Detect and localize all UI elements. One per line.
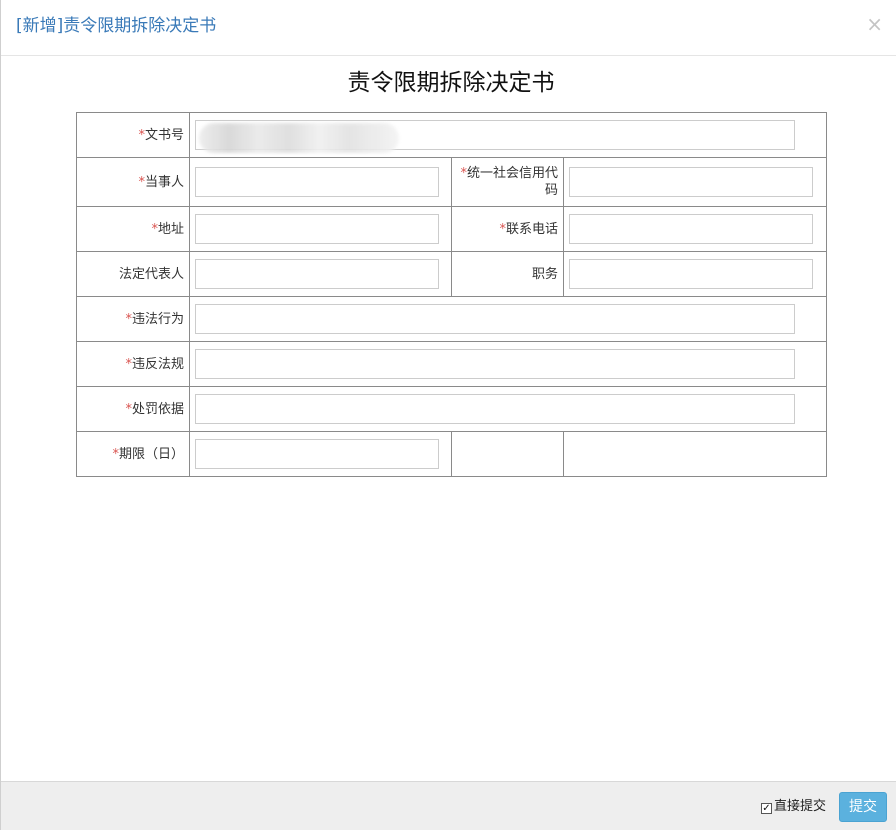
empty-cell	[563, 431, 827, 477]
legal-rep-label: 法定代表人	[76, 251, 190, 297]
close-icon[interactable]: ×	[866, 14, 883, 34]
address-label: *地址	[76, 206, 190, 252]
empty-cell	[451, 431, 564, 477]
form-row-legal-rep: 法定代表人 职务	[76, 251, 827, 297]
form-row-penalty-basis: *处罚依据	[76, 386, 827, 432]
violation-input[interactable]	[195, 304, 795, 334]
party-label: *当事人	[76, 157, 190, 207]
position-label: 职务	[451, 251, 564, 297]
modal-header: [新增]责令限期拆除决定书 ×	[1, 0, 896, 56]
form-row-violation: *违法行为	[76, 296, 827, 342]
form-row-address: *地址 *联系电话	[76, 206, 827, 252]
penalty-basis-label: *处罚依据	[76, 386, 190, 432]
violation-label: *违法行为	[76, 296, 190, 342]
phone-input[interactable]	[569, 214, 813, 244]
position-input[interactable]	[569, 259, 813, 289]
form-table: *文书号 *当事人 *统一社会信用代码 *地址 *联系电话 法定代表人 职务 *…	[76, 112, 827, 477]
document-title: 责令限期拆除决定书	[347, 70, 555, 96]
modal-title: [新增]责令限期拆除决定书	[16, 16, 217, 36]
submit-button[interactable]: 提交	[839, 792, 887, 822]
form-row-party: *当事人 *统一社会信用代码	[76, 157, 827, 207]
redacted-value	[199, 123, 399, 153]
form-row-violated-law: *违反法规	[76, 341, 827, 387]
checkbox[interactable]: ✓	[761, 803, 772, 814]
violated-law-input[interactable]	[195, 349, 795, 379]
deadline-input[interactable]	[195, 439, 439, 469]
modal-footer: ✓ 直接提交 提交	[1, 781, 896, 830]
party-input[interactable]	[195, 167, 439, 197]
credit-code-label: *统一社会信用代码	[451, 157, 564, 207]
form-row-doc-number: *文书号	[76, 112, 827, 158]
modal-dialog: [新增]责令限期拆除决定书 × 责令限期拆除决定书 *文书号 *当事人 *统一社…	[0, 0, 896, 830]
direct-submit-toggle[interactable]: ✓ 直接提交	[761, 799, 826, 815]
doc-number-label: *文书号	[76, 112, 190, 158]
penalty-basis-input[interactable]	[195, 394, 795, 424]
phone-label: *联系电话	[451, 206, 564, 252]
violated-law-label: *违反法规	[76, 341, 190, 387]
address-input[interactable]	[195, 214, 439, 244]
credit-code-input[interactable]	[569, 167, 813, 197]
deadline-label: *期限（日）	[76, 431, 190, 477]
direct-submit-label: 直接提交	[774, 799, 827, 814]
legal-rep-input[interactable]	[195, 259, 439, 289]
form-row-deadline: *期限（日）	[76, 431, 827, 477]
